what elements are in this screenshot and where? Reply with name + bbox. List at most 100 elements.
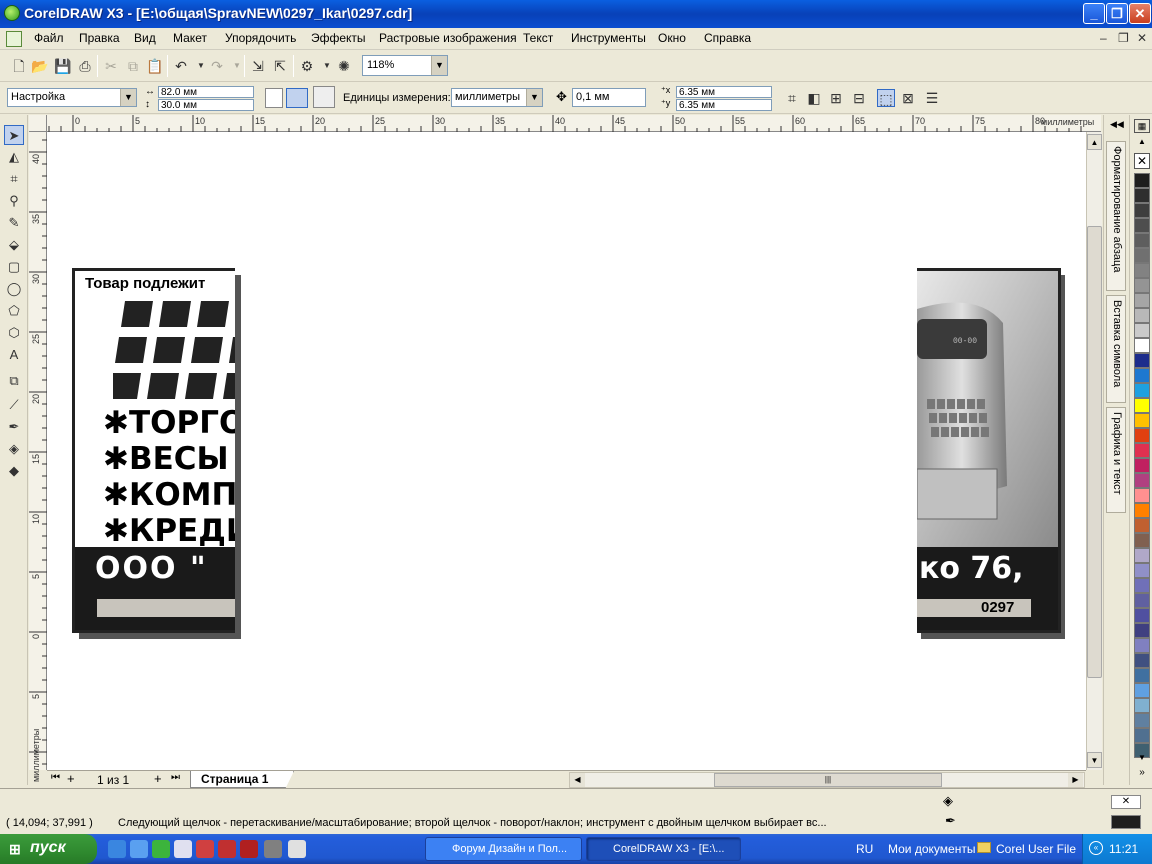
color-swatch[interactable] [1134,308,1150,323]
page-layout-icon[interactable] [313,86,335,108]
doc-minimize-button[interactable]: – [1100,31,1107,45]
grid-icon[interactable]: ⊞ [827,89,845,107]
first-page-icon[interactable]: ⏮ [51,772,60,783]
menu-arrange[interactable]: Упорядочить [225,31,296,45]
color-swatch[interactable] [1134,563,1150,578]
color-swatch[interactable] [1134,488,1150,503]
portrait-icon[interactable] [265,88,283,108]
page-width-field[interactable]: 82.0 мм [158,86,254,98]
explorer-quicklaunch-icon[interactable] [130,840,148,858]
color-swatch[interactable] [1134,383,1150,398]
add-page-before-icon[interactable]: + [67,771,75,786]
undo-icon[interactable]: ↶ [172,57,190,75]
drawing-canvas[interactable]: Товар подлежит ✱ТОРГО ✱ВЕСЫ ✱КОМП ✱КРЕДИ… [47,132,1086,770]
maximize-button[interactable]: ❐ [1106,3,1128,24]
interactive-blend-tool-icon[interactable]: ⧉ [4,371,24,391]
color-swatch[interactable] [1134,668,1150,683]
menu-window[interactable]: Окно [658,31,686,45]
smart-fill-tool-icon[interactable]: ⬙ [4,235,24,255]
palette-expand-icon[interactable]: » [1134,767,1150,781]
scroll-down-icon[interactable]: ▼ [1087,752,1102,768]
application-launcher-icon[interactable]: ⚙ [298,57,316,75]
color-swatch[interactable] [1134,263,1150,278]
color-swatch[interactable] [1134,548,1150,563]
my-documents-toolbar[interactable]: Мои документы [888,842,975,856]
app-quicklaunch-icon-2[interactable] [196,840,214,858]
menu-effects[interactable]: Эффекты [311,31,366,45]
pdf-quicklaunch-icon[interactable] [218,840,236,858]
color-swatch[interactable] [1134,713,1150,728]
guides-icon[interactable]: ⊟ [850,89,868,107]
export-icon[interactable]: ⇱ [271,57,289,75]
color-swatch[interactable] [1134,293,1150,308]
app-quicklaunch-icon-3[interactable] [264,840,282,858]
color-swatch[interactable] [1134,233,1150,248]
language-indicator[interactable]: RU [856,842,873,856]
vertical-scrollbar[interactable]: ▲ ▼ [1086,132,1102,770]
color-swatch[interactable] [1134,203,1150,218]
color-swatch[interactable] [1134,593,1150,608]
landscape-icon[interactable] [286,88,308,108]
text-tool-icon[interactable]: A [4,345,24,365]
fill-swatch[interactable]: ✕ [1111,795,1141,809]
scroll-up-icon[interactable]: ▲ [1087,134,1102,150]
pick-tool-icon[interactable]: ➤ [4,125,24,145]
import-icon[interactable]: ⇲ [249,57,267,75]
print-icon[interactable]: ⎙ [76,57,94,75]
taskbar-item-forum[interactable]: Форум Дизайн и Пол... [425,837,582,861]
tray-expand-icon[interactable]: « [1089,841,1103,855]
duplicate-x-field[interactable]: 6.35 мм [676,86,772,98]
save-icon[interactable]: 💾 [54,57,72,75]
options-icon[interactable]: ⊠ [899,89,917,107]
menu-help[interactable]: Справка [704,31,751,45]
docker-tab-graphic-text[interactable]: Графика и текст [1106,407,1126,513]
color-swatch[interactable] [1134,638,1150,653]
color-swatch[interactable] [1134,608,1150,623]
color-swatch[interactable] [1134,653,1150,668]
corel-online-icon[interactable]: ✺ [335,57,353,75]
menu-layout[interactable]: Макет [173,31,207,45]
color-swatch[interactable] [1134,443,1150,458]
ruler-origin[interactable] [29,115,47,132]
artwork-left-part[interactable]: Товар подлежит ✱ТОРГО ✱ВЕСЫ ✱КОМП ✱КРЕДИ… [72,268,235,633]
color-swatch[interactable] [1134,518,1150,533]
outline-tool-icon[interactable]: ✒ [4,417,24,437]
color-swatch[interactable] [1134,473,1150,488]
color-swatch[interactable] [1134,368,1150,383]
fill-tool-icon[interactable]: ◈ [4,439,24,459]
menu-text[interactable]: Текст [523,31,553,45]
list-icon[interactable]: ☰ [923,89,941,107]
color-swatch[interactable] [1134,698,1150,713]
color-swatch[interactable] [1134,353,1150,368]
palette-menu-icon[interactable]: ▦ [1134,119,1150,133]
horizontal-scrollbar[interactable]: ◀ ||| ▶ [569,772,1085,788]
treat-as-filled-icon[interactable]: ◧ [805,89,823,107]
draw-units-icon[interactable]: ⌗ [783,89,801,107]
page-height-field[interactable]: 30.0 мм [158,99,254,111]
doc-restore-button[interactable]: ❐ [1118,31,1129,45]
menu-tools[interactable]: Инструменты [571,31,646,45]
docker-tab-insert-character[interactable]: Вставка символа [1106,295,1126,403]
vertical-scroll-thumb[interactable] [1087,226,1102,678]
docker-tab-paragraph-formatting[interactable]: Форматирование абзаца [1106,141,1126,291]
color-swatch[interactable] [1134,188,1150,203]
no-color-swatch[interactable]: ✕ [1134,153,1150,169]
cut-icon[interactable]: ✂ [102,57,120,75]
color-swatch[interactable] [1134,428,1150,443]
basic-shapes-tool-icon[interactable]: ⬡ [4,323,24,343]
vertical-ruler[interactable]: 40 35 30 25 20 15 10 5 0 5 миллиметры [29,132,47,782]
close-button[interactable]: ✕ [1129,3,1151,24]
shape-tool-icon[interactable]: ◭ [4,147,24,167]
open-icon[interactable]: 📂 [31,57,49,75]
minimize-button[interactable]: _ [1083,3,1105,24]
redo-icon[interactable]: ↷ [208,57,226,75]
launcher-dropdown-icon[interactable]: ▼ [318,57,336,75]
corel-user-file-link[interactable]: Corel User File [996,842,1076,856]
paste-icon[interactable]: 📋 [146,57,164,75]
nudge-distance-field[interactable]: 0,1 мм [572,88,646,107]
color-swatch[interactable] [1134,173,1150,188]
menu-bitmaps[interactable]: Растровые изображения [379,31,517,45]
color-swatch[interactable] [1134,248,1150,263]
color-swatch[interactable] [1134,338,1150,353]
color-swatch[interactable] [1134,728,1150,743]
